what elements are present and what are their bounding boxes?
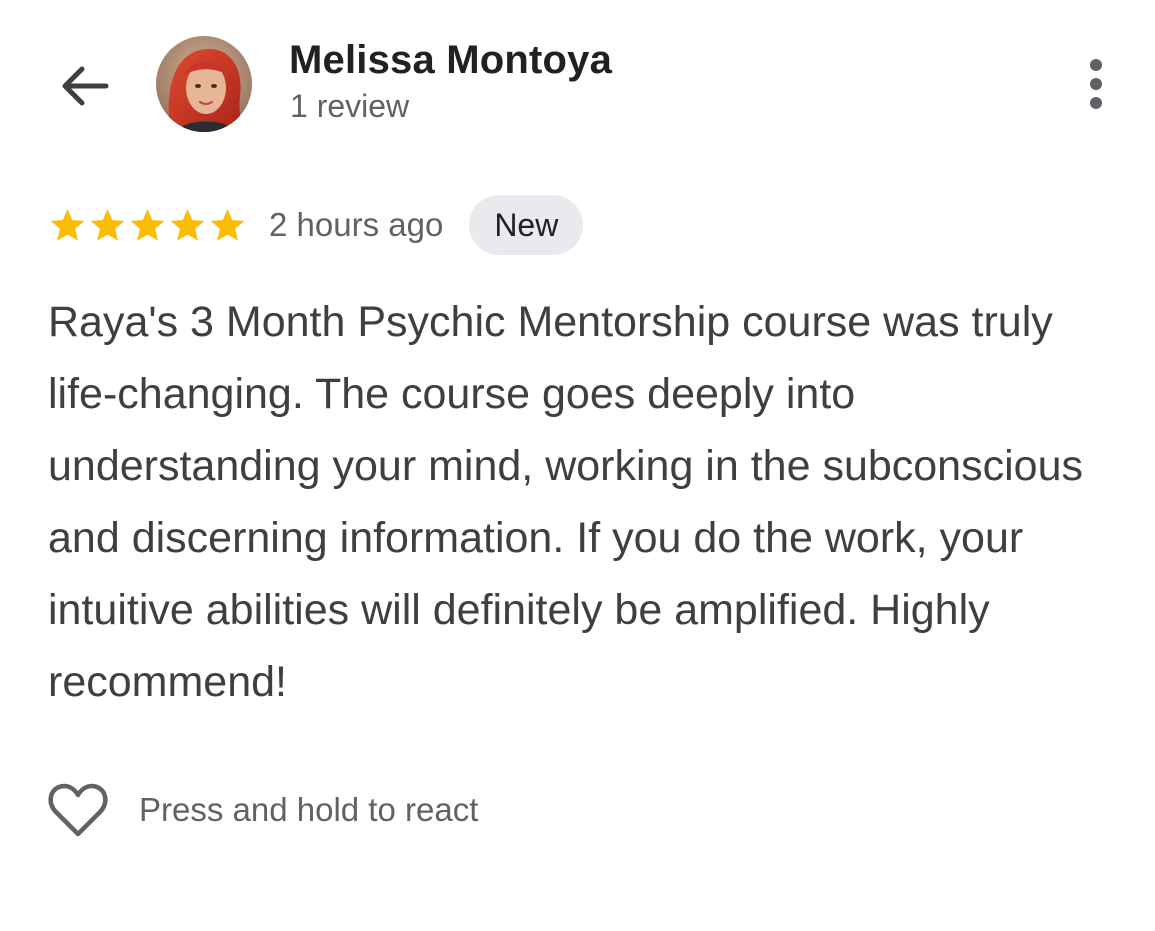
- star-icon: [130, 208, 165, 241]
- review-meta: 2 hours ago New: [48, 194, 584, 256]
- star-icon: [210, 208, 245, 241]
- review-time: 2 hours ago: [269, 206, 444, 243]
- avatar[interactable]: [156, 36, 252, 132]
- more-vert-icon: [1090, 59, 1102, 71]
- back-button[interactable]: [52, 54, 116, 118]
- react-button[interactable]: Press and hold to react: [46, 778, 478, 842]
- star-icon: [170, 208, 205, 241]
- review-header: Melissa Montoya 1 review: [0, 0, 1155, 170]
- more-options-button[interactable]: [1074, 54, 1118, 114]
- heart-outline-icon: [46, 778, 110, 842]
- star-icon: [50, 208, 85, 241]
- arrow-back-icon: [62, 66, 109, 106]
- review-text: Raya's 3 Month Psychic Mentorship course…: [48, 298, 1083, 706]
- review-count[interactable]: 1 review: [290, 88, 409, 125]
- star-icon: [90, 208, 125, 241]
- reviewer-name[interactable]: Melissa Montoya: [289, 38, 612, 83]
- react-label: Press and hold to react: [139, 791, 479, 828]
- new-badge: New: [469, 195, 584, 255]
- star-rating: [48, 203, 247, 247]
- profile-photo: [156, 36, 252, 132]
